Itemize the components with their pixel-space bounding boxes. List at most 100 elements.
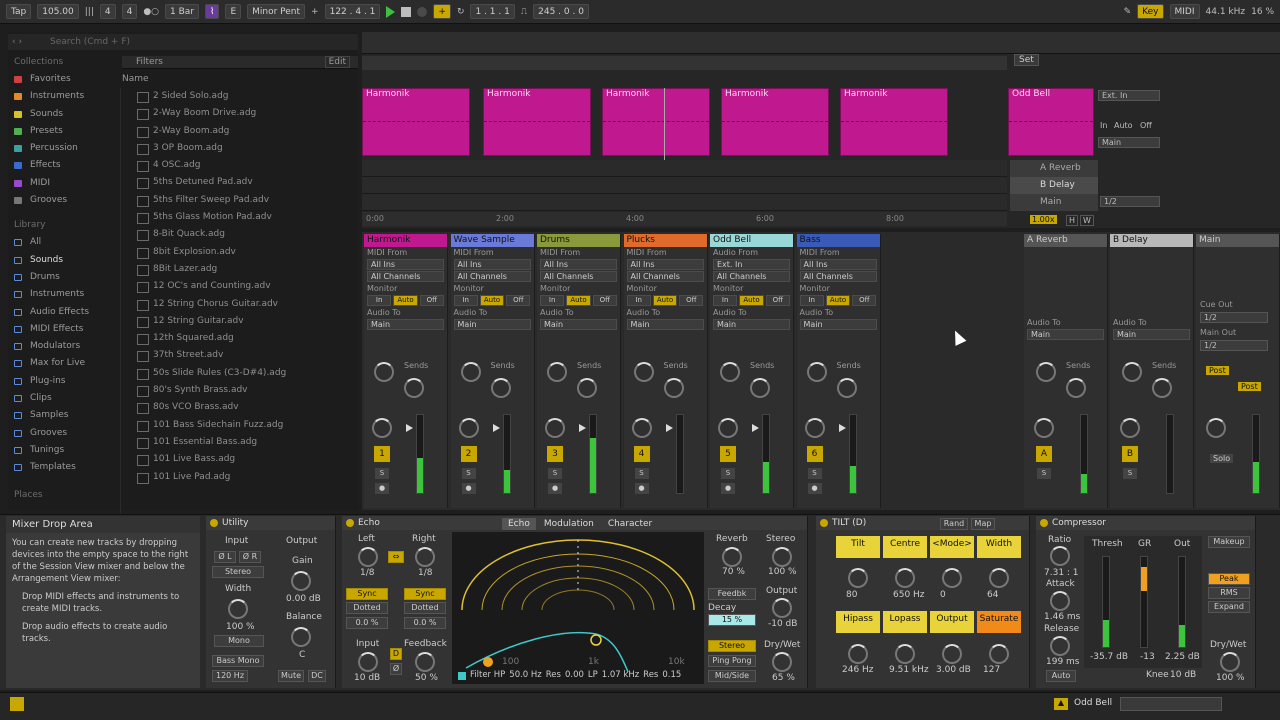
signature-numerator[interactable]: 4 bbox=[99, 4, 116, 19]
reverb-value[interactable]: 70 % bbox=[722, 567, 745, 577]
library-item[interactable]: Clips bbox=[8, 390, 118, 407]
collection-item[interactable]: Favorites bbox=[8, 71, 118, 88]
monitor-off[interactable]: Off bbox=[592, 295, 617, 306]
comp-drywet-knob[interactable] bbox=[1220, 652, 1240, 672]
lane-b-delay[interactable] bbox=[362, 177, 1007, 194]
file-item[interactable]: 80's Synth Brass.adv bbox=[121, 382, 358, 399]
library-item[interactable]: Plug-ins bbox=[8, 373, 118, 390]
send-knob[interactable] bbox=[374, 362, 394, 382]
tilt-knob[interactable] bbox=[942, 644, 962, 664]
thresh-value[interactable]: -35.7 dB bbox=[1090, 652, 1128, 662]
strip-title[interactable]: Harmonik bbox=[364, 234, 447, 247]
midi-map-button[interactable]: MIDI bbox=[1169, 4, 1200, 19]
library-item[interactable]: Drums bbox=[8, 269, 118, 286]
monitor-in[interactable]: In bbox=[453, 295, 478, 306]
input-type-select[interactable]: Ext. In bbox=[1098, 90, 1160, 101]
file-item[interactable]: 101 Live Bass.adg bbox=[121, 451, 358, 468]
makeup-button[interactable]: Makeup bbox=[1208, 536, 1250, 548]
input-type-select[interactable]: Ext. In bbox=[713, 259, 790, 270]
stereo-mode-select[interactable]: Stereo bbox=[212, 566, 264, 578]
return-title[interactable]: B Delay bbox=[1110, 234, 1193, 247]
solo-button[interactable]: S bbox=[548, 468, 562, 479]
edit-button[interactable]: Edit bbox=[324, 56, 350, 68]
h-button[interactable]: H bbox=[1066, 215, 1079, 226]
loop-length[interactable]: 245 . 0 . 0 bbox=[533, 4, 589, 19]
send-knob[interactable] bbox=[720, 362, 740, 382]
width-value[interactable]: 100 % bbox=[226, 622, 255, 632]
volume-fader-icon[interactable] bbox=[752, 424, 759, 432]
stereo-knob[interactable] bbox=[772, 547, 792, 567]
ratio-knob[interactable] bbox=[1050, 546, 1070, 566]
input-channel-select[interactable]: All Channels bbox=[713, 271, 790, 282]
pan-knob[interactable] bbox=[718, 418, 738, 438]
lane-a-reverb[interactable] bbox=[362, 160, 1007, 177]
tilt-knob[interactable] bbox=[989, 568, 1009, 588]
file-item[interactable]: 4 OSC.adg bbox=[121, 157, 358, 174]
monitor-auto[interactable]: Auto bbox=[739, 295, 764, 306]
collection-item[interactable]: Presets bbox=[8, 123, 118, 140]
send-knob[interactable] bbox=[1152, 378, 1172, 398]
echo-feedback-value[interactable]: 50 % bbox=[415, 673, 438, 683]
monitor-auto[interactable]: Auto bbox=[479, 295, 505, 306]
phase-right-button[interactable]: Ø R bbox=[239, 551, 261, 563]
tilt-value[interactable]: 650 Hz bbox=[893, 590, 925, 600]
record-button[interactable] bbox=[417, 6, 428, 17]
strip-title[interactable]: Bass bbox=[796, 234, 880, 247]
volume-fader-icon[interactable] bbox=[406, 424, 413, 432]
return-activator[interactable]: B bbox=[1122, 446, 1138, 462]
arm-icon[interactable]: ● bbox=[375, 483, 389, 494]
key-select[interactable]: E bbox=[225, 4, 242, 19]
signature-denominator[interactable]: 4 bbox=[121, 4, 138, 19]
monitor-off[interactable]: Off bbox=[1140, 121, 1152, 130]
send-knob[interactable] bbox=[1036, 362, 1056, 382]
solo-button[interactable]: S bbox=[807, 468, 822, 479]
tilt-value[interactable]: 246 Hz bbox=[842, 665, 874, 675]
arrangement-clip[interactable]: Harmonik bbox=[483, 88, 591, 156]
track-header-b-delay[interactable]: B Delay bbox=[1010, 177, 1098, 194]
filter-lp-value[interactable]: 1.07 kHz bbox=[602, 670, 639, 680]
song-position[interactable]: 122 . 4 . 1 bbox=[324, 4, 381, 19]
output-select[interactable]: Main bbox=[626, 319, 704, 330]
reverb-position-select[interactable]: Feedbk bbox=[708, 588, 756, 600]
file-item[interactable]: 101 Live Pad.adg bbox=[121, 469, 358, 486]
beat-ruler[interactable]: 1173349658197113129145161177193209225241 bbox=[362, 32, 1280, 65]
echo-input-knob[interactable] bbox=[358, 652, 378, 672]
tilt-param[interactable]: Hipass bbox=[836, 611, 880, 633]
monitor-in[interactable]: In bbox=[1100, 121, 1107, 130]
collection-item[interactable]: Effects bbox=[8, 157, 118, 174]
ratio-value[interactable]: 7.31 : 1 bbox=[1044, 568, 1079, 578]
send-knob[interactable] bbox=[836, 378, 857, 398]
input-type-select[interactable]: All Ins bbox=[540, 259, 617, 270]
release-value[interactable]: 199 ms bbox=[1046, 657, 1080, 667]
link-icon[interactable]: ⇔ bbox=[388, 551, 404, 563]
monitor-off[interactable]: Off bbox=[765, 295, 790, 306]
echo-sync-right[interactable]: Sync bbox=[404, 588, 446, 600]
solo-button[interactable]: Solo bbox=[1210, 454, 1234, 463]
punch-icon[interactable]: ⎍ bbox=[521, 7, 527, 17]
file-item[interactable]: 12 String Guitar.adv bbox=[121, 313, 358, 330]
collection-item[interactable]: Grooves bbox=[8, 192, 118, 209]
volume-fader-icon[interactable] bbox=[492, 424, 500, 432]
loop-start[interactable]: 1 . 1 . 1 bbox=[470, 4, 515, 19]
volume-fader-icon[interactable] bbox=[579, 424, 586, 432]
gain-value[interactable]: 0.00 dB bbox=[286, 594, 321, 604]
scale-select[interactable]: Minor Pent bbox=[247, 4, 306, 19]
file-item[interactable]: 8Bit Lazer.adg bbox=[121, 261, 358, 278]
arm-icon[interactable]: ● bbox=[721, 483, 735, 494]
volume-fader-icon[interactable] bbox=[665, 424, 673, 432]
library-item[interactable]: Tunings bbox=[8, 442, 118, 459]
solo-button[interactable]: S bbox=[375, 468, 389, 479]
library-item[interactable]: MIDI Effects bbox=[8, 321, 118, 338]
send-knob[interactable] bbox=[547, 362, 567, 382]
status-icon[interactable] bbox=[10, 697, 24, 711]
tilt-value[interactable]: 9.51 kHz bbox=[889, 665, 929, 675]
monitor-off[interactable]: Off bbox=[852, 295, 877, 306]
tilt-value[interactable]: 64 bbox=[987, 590, 998, 600]
tempo-field[interactable]: 105.00 bbox=[37, 4, 79, 19]
scrub-area[interactable] bbox=[362, 56, 1007, 70]
file-item[interactable]: 2 Sided Solo.adg bbox=[121, 88, 358, 105]
out-value[interactable]: 2.25 dB bbox=[1165, 652, 1200, 662]
library-item[interactable]: Audio Effects bbox=[8, 304, 118, 321]
input-type-select[interactable]: All Ins bbox=[626, 259, 704, 270]
bass-mono-freq[interactable]: 120 Hz bbox=[212, 670, 248, 682]
